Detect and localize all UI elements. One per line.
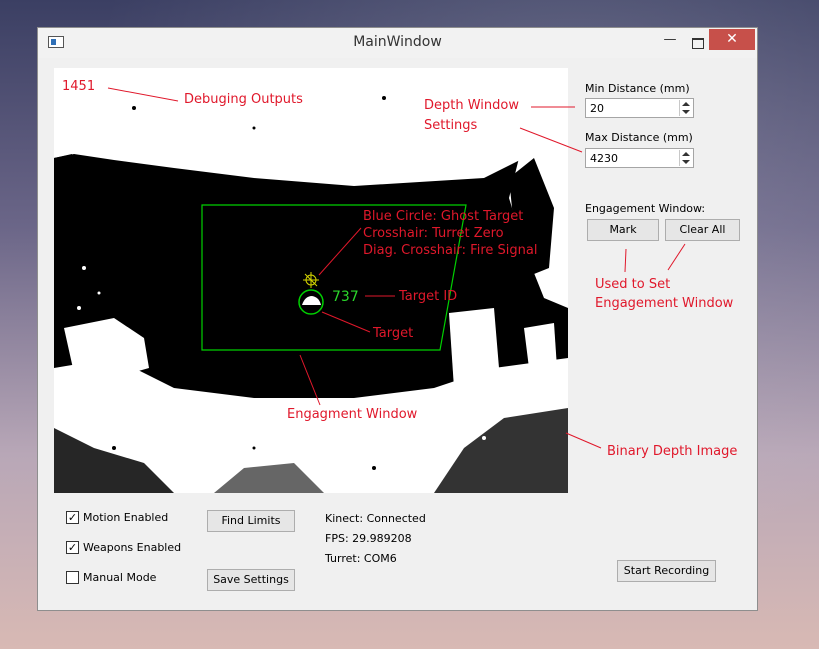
annotation-target-id: Target ID [399,289,458,304]
annotation-diag-crosshair: Diag. Crosshair: Fire Signal [363,243,538,258]
annotation-binary-depth: Binary Depth Image [607,444,738,459]
annotation-lines [107,87,686,449]
annotation-target: Target [373,326,414,341]
annotation-used-to-set-1: Used to Set [595,277,671,292]
crosshair-icon [303,272,319,288]
target-icon [298,289,324,315]
annotation-used-to-set-2: Engagement Window [595,296,734,311]
debug-output-value: 1451 [62,79,96,94]
annotation-debug: Debuging Outputs [184,92,303,107]
annotation-overlay [107,87,686,449]
annotation-blue-circle: Blue Circle: Ghost Target [363,209,524,224]
annotation-depth-window-2: Settings [424,118,478,133]
annotation-crosshair: Crosshair: Turret Zero [363,226,504,241]
annotation-depth-window-1: Depth Window [424,98,519,113]
annotation-engagement-window: Engagment Window [287,407,418,422]
target-id-value: 737 [332,289,359,305]
